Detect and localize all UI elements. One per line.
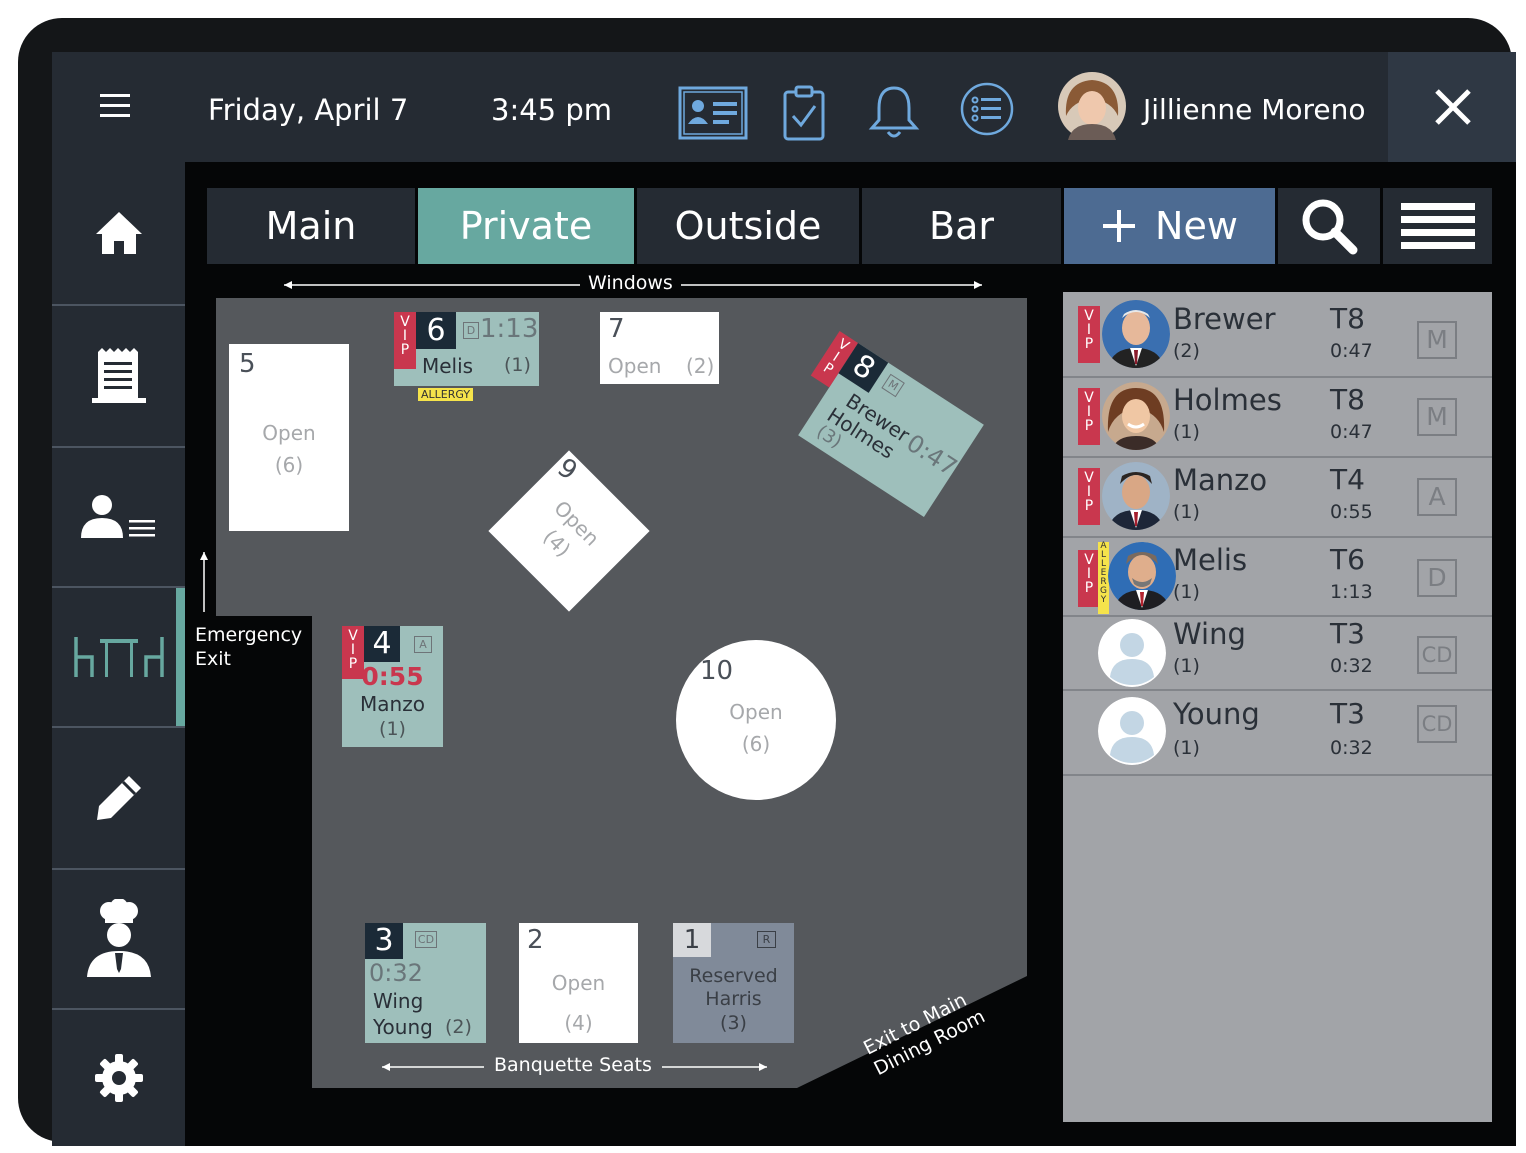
table-status: Open xyxy=(551,971,606,995)
vip-tag: VIP xyxy=(394,312,416,369)
table-number: 4 xyxy=(364,626,400,662)
table-number: 10 xyxy=(700,656,734,686)
table-6[interactable]: VIP 6 D 1:13 Melis (1) xyxy=(394,312,539,386)
list-item[interactable]: Wing (1) T3 0:32 CD xyxy=(1063,617,1492,689)
guest-table: T8 xyxy=(1330,302,1365,335)
server-badge: A xyxy=(1417,478,1457,516)
guest-name: Young xyxy=(1173,697,1260,731)
guest-time: 0:47 xyxy=(1330,421,1373,443)
list-item[interactable]: VIP Manzo (1) T4 0:55 A xyxy=(1063,458,1492,536)
guest-name: Melis xyxy=(1173,543,1248,577)
default-avatar-icon xyxy=(1098,697,1166,765)
table-party: (3) xyxy=(720,1012,747,1034)
table-party: (2) xyxy=(686,354,715,378)
guest-list-panel: VIP Brewer (2) T8 0:47 M VIP Holmes (1) … xyxy=(1063,292,1492,1122)
guest-name: Manzo xyxy=(1173,463,1268,497)
guest-party: (1) xyxy=(1173,655,1200,677)
table-3[interactable]: 3 CD 0:32 Wing Young (2) xyxy=(365,923,486,1043)
table-status: Open xyxy=(608,354,662,378)
table-number: 3 xyxy=(365,923,403,959)
server-badge: M xyxy=(1417,398,1457,436)
table-number: 6 xyxy=(416,312,456,349)
server-badge: M xyxy=(881,373,905,398)
vip-tag: VIP xyxy=(1078,306,1100,363)
guest-party: (1) xyxy=(1173,501,1200,523)
emergency-exit-label: Emergency Exit xyxy=(195,624,303,670)
guest-time: 1:13 xyxy=(1330,581,1373,603)
guest-table: T3 xyxy=(1330,697,1365,730)
table-4[interactable]: VIP 4 A 0:55 Manzo (1) xyxy=(342,626,443,747)
table-status: Open xyxy=(729,700,783,724)
guest-party: (1) xyxy=(1173,581,1200,603)
default-avatar-icon xyxy=(1098,619,1166,687)
server-badge: D xyxy=(1417,559,1457,597)
guest-table: T8 xyxy=(1330,383,1365,416)
guest-name: Brewer xyxy=(1173,302,1276,336)
table-party: (6) xyxy=(274,453,304,477)
server-badge: CD xyxy=(1417,636,1457,674)
seated-time: 0:55 xyxy=(361,662,424,691)
vip-tag: VIP xyxy=(1078,468,1100,525)
guest-name: Holmes xyxy=(1173,383,1282,417)
guest-time: 0:55 xyxy=(1330,501,1373,523)
list-item[interactable]: VIP Holmes (1) T8 0:47 M xyxy=(1063,378,1492,456)
table-party: (2) xyxy=(445,1016,472,1038)
table-party: (4) xyxy=(564,1011,593,1035)
table-7[interactable]: 7 Open (2) xyxy=(600,312,719,384)
server-badge: D xyxy=(463,322,479,339)
guest-avatar xyxy=(1102,300,1170,368)
guest-name: Melis xyxy=(422,354,474,378)
windows-label: Windows xyxy=(580,272,681,294)
guest-table: T3 xyxy=(1330,617,1365,650)
screen: Friday, April 7 3:45 pm Jillienne Moreno… xyxy=(52,52,1516,1146)
table-party: (6) xyxy=(741,732,771,756)
guest-avatar xyxy=(1102,462,1170,530)
table-number: 1 xyxy=(673,923,711,957)
table-status-wrap: Open (4) xyxy=(524,490,610,576)
guest-name: Manzo xyxy=(360,692,425,716)
table-status: Open xyxy=(262,421,316,445)
row-divider xyxy=(1063,774,1492,776)
table-party: (1) xyxy=(504,354,531,376)
vip-tag: VIP xyxy=(1078,550,1100,607)
guest-table: T6 xyxy=(1330,543,1365,576)
guest-time: 0:47 xyxy=(1330,340,1373,362)
seated-time: 0:32 xyxy=(369,959,423,987)
server-badge: R xyxy=(757,931,776,948)
list-item[interactable]: VIP ALLERGY Melis (1) T6 1:13 D xyxy=(1063,538,1492,615)
server-badge: A xyxy=(414,636,432,653)
table-10[interactable]: 10 Open (6) xyxy=(676,640,836,800)
guest-name: Wing xyxy=(373,989,424,1013)
guest-name: Wing xyxy=(1173,617,1246,651)
table-number: 2 xyxy=(527,925,544,955)
tablet-frame: Friday, April 7 3:45 pm Jillienne Moreno… xyxy=(18,18,1516,1146)
guest-party: (1) xyxy=(1173,737,1200,759)
banquette-label: Banquette Seats xyxy=(484,1054,662,1076)
guest-name: Harris xyxy=(705,988,762,1010)
table-5[interactable]: 5 Open (6) xyxy=(229,344,349,531)
guest-time: 0:32 xyxy=(1330,737,1373,759)
server-badge: M xyxy=(1417,321,1457,359)
guest-table: T4 xyxy=(1330,463,1365,496)
reserved-label: Reserved xyxy=(689,965,778,987)
list-item[interactable]: VIP Brewer (2) T8 0:47 M xyxy=(1063,292,1492,376)
table-number: 5 xyxy=(239,349,256,379)
guest-party: (2) xyxy=(1173,340,1200,362)
table-party: (1) xyxy=(379,718,406,740)
table-number: 7 xyxy=(608,314,625,344)
guest-name: Young xyxy=(373,1015,433,1039)
allergy-tag: ALLERGY xyxy=(418,388,474,401)
guest-time: 0:32 xyxy=(1330,655,1373,677)
guest-party: (1) xyxy=(1173,421,1200,443)
guest-avatar xyxy=(1108,542,1176,610)
list-item[interactable]: Young (1) T3 0:32 CD xyxy=(1063,691,1492,774)
server-badge: CD xyxy=(1417,705,1457,743)
seated-time: 1:13 xyxy=(480,314,539,344)
table-1[interactable]: 1 R Reserved Harris (3) xyxy=(673,923,794,1043)
guest-avatar xyxy=(1102,382,1170,450)
table-2[interactable]: 2 Open (4) xyxy=(519,923,638,1043)
server-badge: CD xyxy=(415,931,437,948)
vip-tag: VIP xyxy=(1078,388,1100,445)
